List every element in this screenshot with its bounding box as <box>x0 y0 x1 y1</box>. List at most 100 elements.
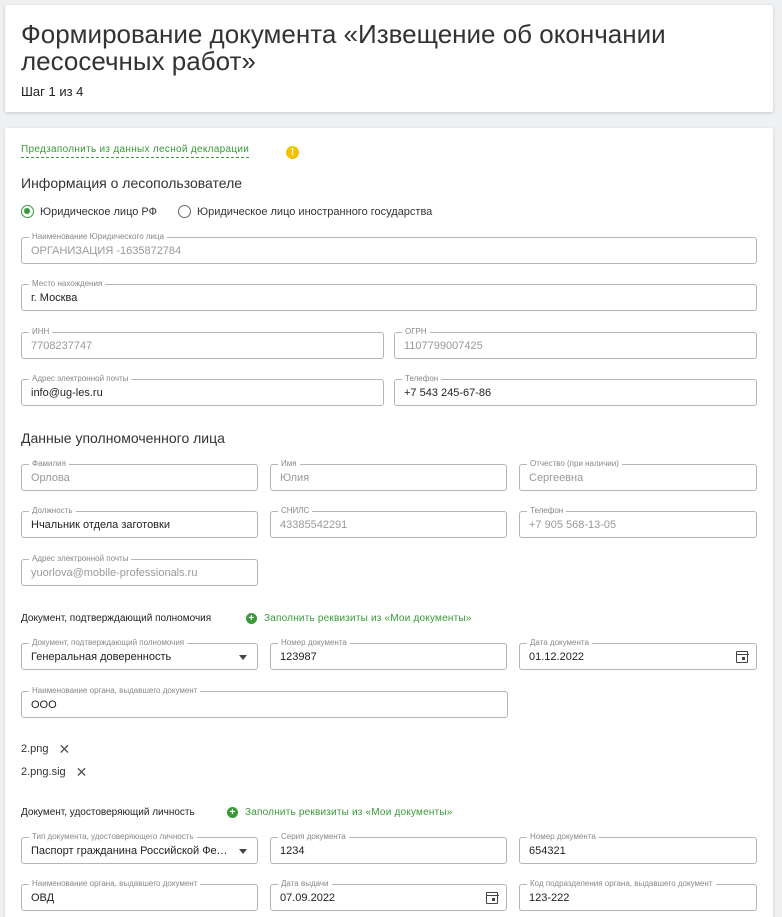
field-value: 7708237747 <box>31 340 93 352</box>
prefill-from-declaration-link[interactable]: Предзаполнить из данных лесной деклараци… <box>21 144 250 158</box>
field-value: г. Москва <box>31 292 78 304</box>
field-value: info@ug-les.ru <box>31 387 103 399</box>
field-label: Имя <box>278 458 300 469</box>
link-label: Заполнить реквизиты из «Мои документы» <box>264 613 472 624</box>
section-title-user-info: Информация о лесопользователе <box>21 175 243 191</box>
field-value: Генеральная доверенность <box>31 651 172 663</box>
fill-from-my-documents-link[interactable]: + Заполнить реквизиты из «Мои документы» <box>246 613 472 624</box>
close-icon[interactable]: ✕ <box>59 742 71 756</box>
section-title-authority-doc: Документ, подтверждающий полномочия <box>21 613 212 624</box>
authority-doc-issuer-field[interactable]: Наименование органа, выдавшего документ … <box>21 685 508 718</box>
section-title-authorized-person: Данные уполномоченного лица <box>21 430 225 446</box>
org-name-field[interactable]: Наименование Юридического лица ОРГАНИЗАЦ… <box>21 231 757 264</box>
fill-identity-from-my-documents-link[interactable]: + Заполнить реквизиты из «Мои документы» <box>227 807 453 818</box>
field-value: +7 543 245-67-86 <box>404 387 492 399</box>
header-card: Формирование документа «Извещение об око… <box>5 5 773 112</box>
field-value: ОРГАНИЗАЦИЯ -1635872784 <box>31 245 182 257</box>
radio-label: Юридическое лицо РФ <box>40 205 158 218</box>
field-value: 43385542291 <box>280 519 348 531</box>
last-name-field[interactable]: Фамилия Орлова <box>21 458 258 491</box>
field-label: Место нахождения <box>29 278 106 289</box>
field-label: Наименование органа, выдавшего документ <box>29 878 201 889</box>
field-label: Тип документа, удостоверяющего личность <box>29 831 197 842</box>
link-label: Заполнить реквизиты из «Мои документы» <box>245 807 453 818</box>
identity-series-field[interactable]: Серия документа 1234 <box>270 831 507 864</box>
authority-doc-date-field[interactable]: Дата документа 01.12.2022 <box>519 637 757 670</box>
ogrn-field[interactable]: ОГРН 1107799007425 <box>394 326 757 359</box>
chevron-down-icon[interactable] <box>239 849 247 854</box>
authorized-phone-field[interactable]: Телефон +7 905 568-13-05 <box>519 505 757 538</box>
attached-file: 2.png ✕ <box>21 742 71 756</box>
field-label: Должность <box>29 505 76 516</box>
field-value: ООО <box>31 699 57 711</box>
identity-issue-date-field[interactable]: Дата выдачи 07.09.2022 <box>270 878 507 911</box>
field-value: 123-222 <box>529 892 570 904</box>
field-value: 01.12.2022 <box>529 651 585 663</box>
field-label: Серия документа <box>278 831 349 842</box>
radio-legal-entity-foreign[interactable]: Юридическое лицо иностранного государств… <box>178 205 432 218</box>
field-label: Адрес электронной почты <box>29 553 132 564</box>
field-value: 07.09.2022 <box>280 892 336 904</box>
identity-issuer-field[interactable]: Наименование органа, выдавшего документ … <box>21 878 258 911</box>
field-value: Нчальник отдела заготовки <box>31 519 170 531</box>
form-card: Предзаполнить из данных лесной деклараци… <box>5 128 773 917</box>
authority-doc-number-field[interactable]: Номер документа 123987 <box>270 637 507 670</box>
close-icon[interactable]: ✕ <box>76 765 88 779</box>
field-label: Наименование органа, выдавшего документ <box>29 685 201 696</box>
radio-unchecked-icon <box>178 205 191 218</box>
radio-label: Юридическое лицо иностранного государств… <box>197 205 433 218</box>
file-name: 2.png <box>21 743 49 755</box>
step-indicator: Шаг 1 из 4 <box>21 84 84 99</box>
field-label: Телефон <box>527 505 567 516</box>
authorized-email-field[interactable]: Адрес электронной почты yuorlova@mobile-… <box>21 553 258 586</box>
field-label: Отчество (при наличии) <box>527 458 622 469</box>
field-label: СНИЛС <box>278 505 313 516</box>
field-label: Код подразделения органа, выдавшего доку… <box>527 878 716 889</box>
position-field[interactable]: Должность Нчальник отдела заготовки <box>21 505 258 538</box>
first-name-field[interactable]: Имя Юлия <box>270 458 507 491</box>
inn-field[interactable]: ИНН 7708237747 <box>21 326 384 359</box>
field-value: Паспорт гражданина Российской Федерации <box>31 845 231 857</box>
calendar-icon[interactable] <box>735 651 749 663</box>
field-value: 1107799007425 <box>404 340 483 352</box>
file-name: 2.png.sig <box>21 766 66 778</box>
field-label: Наименование Юридического лица <box>29 231 168 242</box>
field-label: ОГРН <box>402 326 430 337</box>
plus-circle-icon: + <box>227 807 238 818</box>
identity-doc-type-select[interactable]: Тип документа, удостоверяющего личность … <box>21 831 258 864</box>
page-title: Формирование документа «Извещение об око… <box>21 19 666 76</box>
field-value: +7 905 568-13-05 <box>529 519 617 531</box>
authority-doc-type-select[interactable]: Документ, подтверждающий полномочия Гене… <box>21 637 258 670</box>
field-value: Сергеевна <box>529 472 584 484</box>
field-label: Дата выдачи <box>278 878 332 889</box>
radio-legal-entity-ru[interactable]: Юридическое лицо РФ <box>21 205 157 218</box>
field-value: yuorlova@mobile-professionals.ru <box>31 567 198 579</box>
calendar-icon[interactable] <box>485 892 499 904</box>
radio-checked-icon <box>21 205 34 218</box>
phone-field[interactable]: Телефон +7 543 245-67-86 <box>394 373 757 406</box>
field-label: Дата документа <box>527 637 592 648</box>
field-label: Номер документа <box>278 637 350 648</box>
location-field[interactable]: Место нахождения г. Москва <box>21 278 757 311</box>
snils-field[interactable]: СНИЛС 43385542291 <box>270 505 507 538</box>
field-label: Документ, подтверждающий полномочия <box>29 637 188 648</box>
field-value: 1234 <box>280 845 305 857</box>
field-value: Орлова <box>31 472 70 484</box>
chevron-down-icon[interactable] <box>239 655 247 660</box>
section-title-identity-doc: Документ, удостоверяющий личность <box>21 807 195 818</box>
patronymic-field[interactable]: Отчество (при наличии) Сергеевна <box>519 458 757 491</box>
plus-circle-icon: + <box>246 613 257 624</box>
field-label: Адрес электронной почты <box>29 373 132 384</box>
identity-dept-code-field[interactable]: Код подразделения органа, выдавшего доку… <box>519 878 757 911</box>
field-label: Фамилия <box>29 458 69 469</box>
attached-file: 2.png.sig ✕ <box>21 765 88 779</box>
warning-icon: ! <box>286 146 299 159</box>
field-label: Телефон <box>402 373 442 384</box>
identity-number-field[interactable]: Номер документа 654321 <box>519 831 757 864</box>
field-value: Юлия <box>280 472 310 484</box>
email-field[interactable]: Адрес электронной почты info@ug-les.ru <box>21 373 384 406</box>
field-value: 654321 <box>529 845 566 857</box>
field-value: 123987 <box>280 651 317 663</box>
field-label: ИНН <box>29 326 53 337</box>
field-value: ОВД <box>31 892 55 904</box>
